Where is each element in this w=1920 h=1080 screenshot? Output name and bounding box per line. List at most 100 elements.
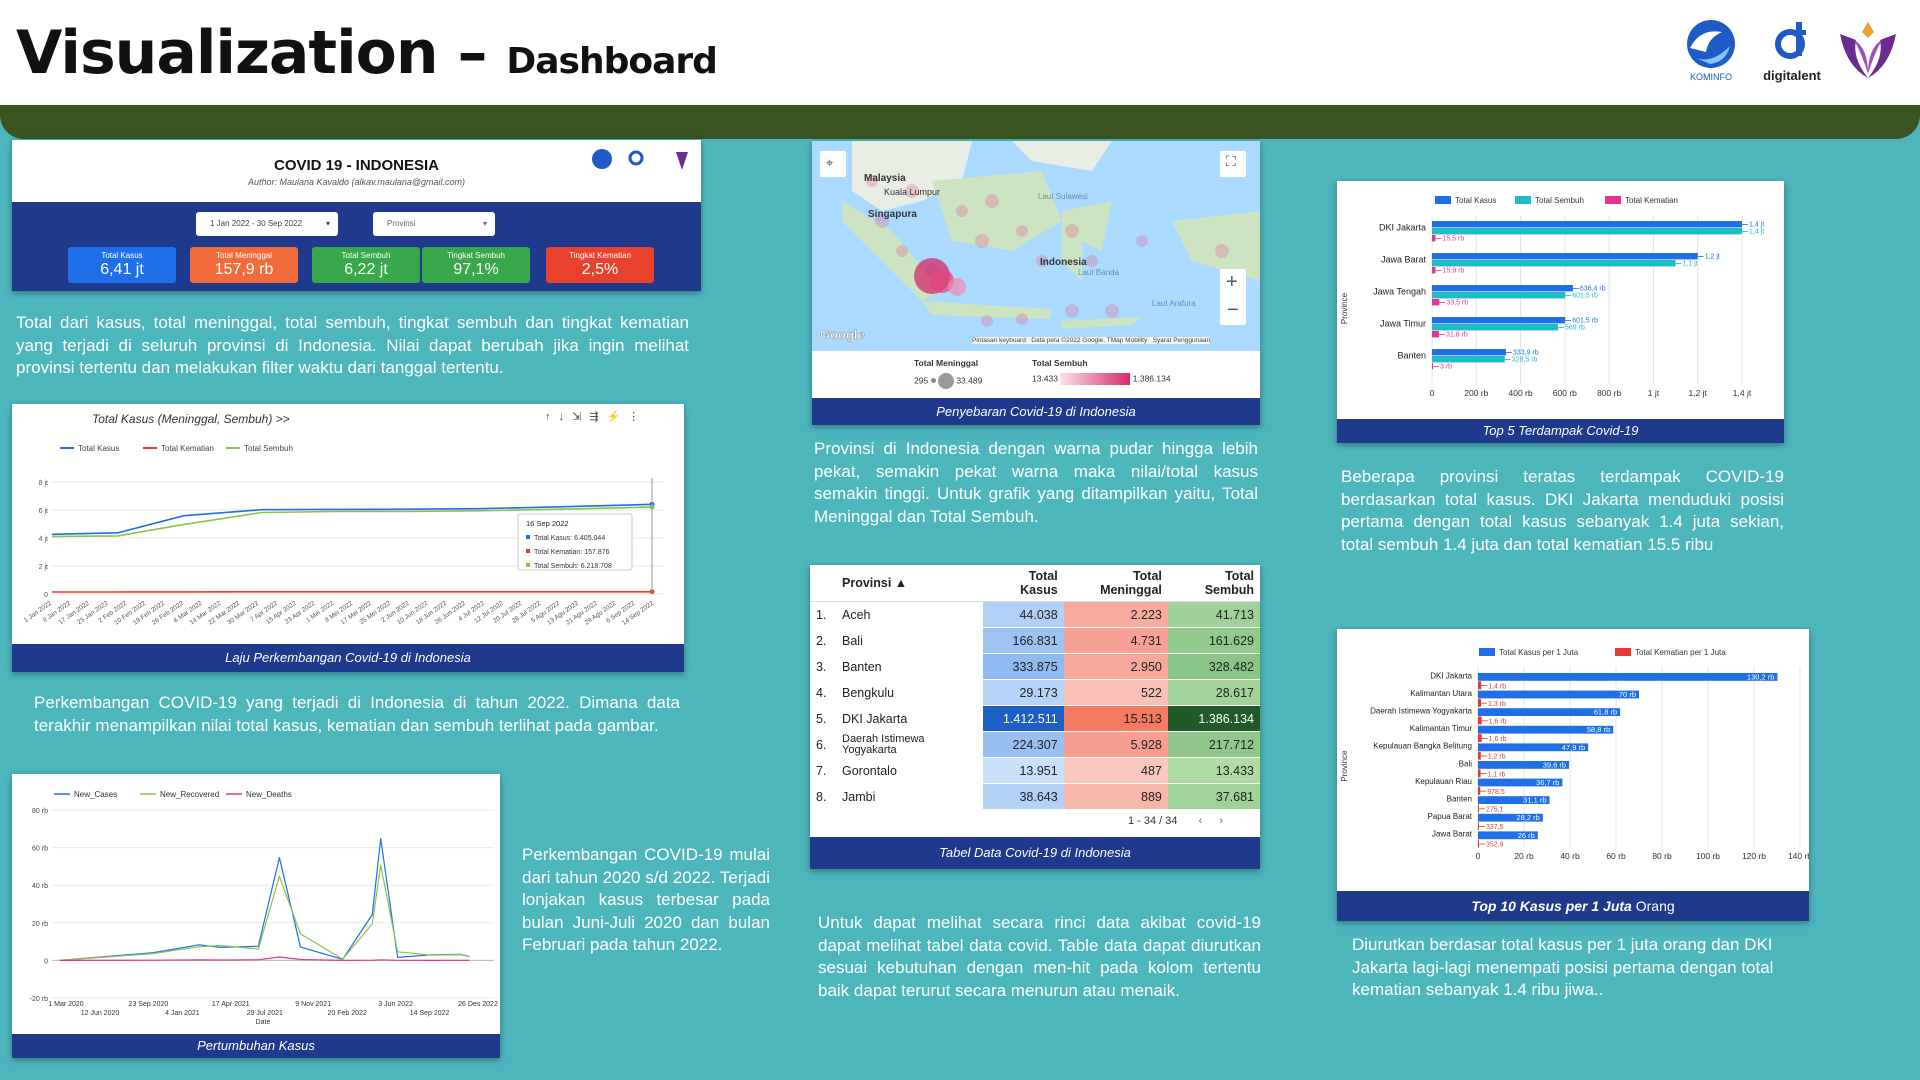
table-row[interactable]: 1. Aceh 44.038 2.223 41.713 [810,601,1260,628]
legend-label: Total Kasus [78,444,119,453]
prev-page-button[interactable]: ‹ [1199,815,1203,827]
row-number: 6. [810,731,836,758]
category-label: DKI Jakarta [1379,223,1426,233]
legend-label: Total Sembuh [1535,196,1584,205]
bar-value-label: 70 rb [1619,690,1636,699]
bar-value-label: 1,2 jt [1705,254,1720,261]
cell-value: 38.643 [982,783,1064,810]
x-tick-label: 120 rb [1742,851,1766,861]
table-header-row: Provinsi ▲ Total Kasus Total Meninggal T… [810,565,1260,602]
cell-value: 522 [1063,679,1168,706]
table-row[interactable]: 7. Gorontalo 13.951 487 13.433 [810,757,1260,784]
bar-value-label: 1,3 rb [1488,701,1506,708]
table-row[interactable]: 4. Bengkulu 29.173 522 28.617 [810,679,1260,706]
next-page-button[interactable]: › [1219,815,1223,827]
zoom-in-button[interactable]: + [1226,271,1238,294]
bar [1478,690,1639,699]
fullscreen-icon[interactable]: ⛶ [1226,153,1236,170]
locate-icon[interactable]: ⌖ [826,155,833,171]
cell-value: 2.223 [1063,601,1168,628]
growth-line-chart: New_Cases New_Recovered New_Deaths 80 rb 60 … [30,790,498,1026]
cell-provinsi: DKI Jakarta [836,705,983,732]
legend-swatch [1479,648,1495,656]
category-label: Jawa Timur [1380,319,1426,329]
cell-provinsi: Daerah Istimewa Yogyakarta [836,731,983,758]
legend-label: Total Kematian [161,444,214,453]
y-tick-label: 6 jt [39,508,48,515]
bar [1432,267,1436,274]
svg-text:Laut Arafura: Laut Arafura [1152,299,1196,308]
category-label: Kepulauan Bangka Belitung [1373,742,1472,751]
zoom-out-button[interactable]: − [1227,299,1239,322]
x-tick-label: 1,4 jt [1733,388,1752,398]
svg-text:digitalent: digitalent [1763,68,1821,83]
kpi-total-meninggal: Total Meninggal 157,9 rb [190,247,298,283]
bar-value-label: 1,1 jt [1683,261,1698,268]
col-num [810,565,836,602]
bar-value-label: 47,9 rb [1562,743,1585,752]
indonesia-map[interactable]: Malaysia Kuala Lumpur Singapura Indonesi… [812,141,1260,351]
row-number: 1. [810,601,836,628]
growth-caption: Pertumbuhan Kasus [12,1034,500,1058]
province-filter[interactable]: Provinsi ▾ [373,212,495,236]
legend-label: Total Kasus [1455,196,1496,205]
table-row[interactable]: 8. Jambi 38.643 889 37.681 [810,783,1260,810]
x-tick-label: 800 rb [1597,388,1621,398]
top5-description: Beberapa provinsi teratas terdampak COVI… [1341,467,1784,554]
growth-description: Perkembangan COVID-19 mulai dari tahun 2… [522,845,770,954]
tooltip-swatch [526,535,530,539]
kpi-total-kasus: Total Kasus 6,41 jt [68,247,176,283]
bar-value-label: 352,9 [1486,842,1504,849]
x-tick-label: 3 Jun 2022 [378,1001,413,1008]
svg-text:Google: Google [820,327,865,342]
bar [1432,349,1506,356]
bar [1432,299,1440,306]
y-tick-label: 2 jt [39,564,48,571]
covid-data-table: Provinsi ▲ Total Kasus Total Meninggal T… [810,565,1260,810]
bar [1432,285,1573,292]
bar-value-label: 978,5 [1487,789,1505,796]
legend-swatch [1435,196,1451,204]
x-tick-label: 23 Sep 2020 [129,1001,169,1008]
cell-value: 15.513 [1063,705,1168,732]
table-row[interactable]: 3. Banten 333.875 2.950 328.482 [810,653,1260,680]
trend-card: Total Kasus (Meninggal, Sembuh) >> ↑↓⇲⇶⚡… [12,404,684,672]
legend-label: Total Sembuh [244,444,293,453]
x-tick-label: 100 rb [1696,851,1720,861]
bar [1478,751,1481,760]
bar [1478,804,1479,813]
tooltip-swatch [526,549,530,553]
cell-value: 1.386.134 [1167,705,1260,732]
table-row[interactable]: 6. Daerah Istimewa Yogyakarta 224.307 5.928… [810,731,1260,758]
table-row[interactable]: 5. DKI Jakarta 1.412.511 15.513 1.386.134 [810,705,1260,732]
x-tick-label: 60 rb [1606,851,1626,861]
x-tick-label: 0 [1476,851,1481,861]
col-provinsi[interactable]: Provinsi ▲ [836,565,983,602]
col-total-meninggal[interactable]: Total Meninggal [1063,565,1168,602]
date-range-picker[interactable]: 1 Jan 2022 - 30 Sep 2022 ▾ [196,212,338,236]
cell-value: 37.681 [1167,783,1260,810]
bar [1478,699,1481,707]
col-total-sembuh[interactable]: Total Sembuh [1167,565,1260,602]
col-total-kasus[interactable]: Total Kasus [982,565,1064,602]
y-tick-label: 80 rb [32,808,48,815]
cell-value: 217.712 [1167,731,1260,758]
x-tick-label: 200 rb [1464,388,1488,398]
cell-provinsi: Bengkulu [836,679,983,706]
series-line-new-deaths [59,956,470,961]
bar [1432,356,1505,363]
table-row[interactable]: 2. Bali 166.831 4.731 161.629 [810,627,1260,654]
legend-recovered: Total Sembuh 13.433 1.386.134 [1032,358,1171,385]
x-tick-label: 14 Sep 2022 [410,1010,450,1017]
x-tick-label: 4 Jan 2021 [165,1010,200,1017]
bar [1432,221,1742,228]
legend-deaths: Total Meninggal 295 33.489 [914,358,982,389]
category-label: Banten [1397,351,1426,361]
bar [1478,734,1482,742]
bar [1478,822,1479,830]
cell-value: 161.629 [1167,627,1260,654]
y-tick-label: -20 rb [30,996,48,1003]
kominfo-logo: KOMINFO [1682,18,1740,89]
cell-value: 29.173 [982,679,1064,706]
cell-value: 224.307 [982,731,1064,758]
